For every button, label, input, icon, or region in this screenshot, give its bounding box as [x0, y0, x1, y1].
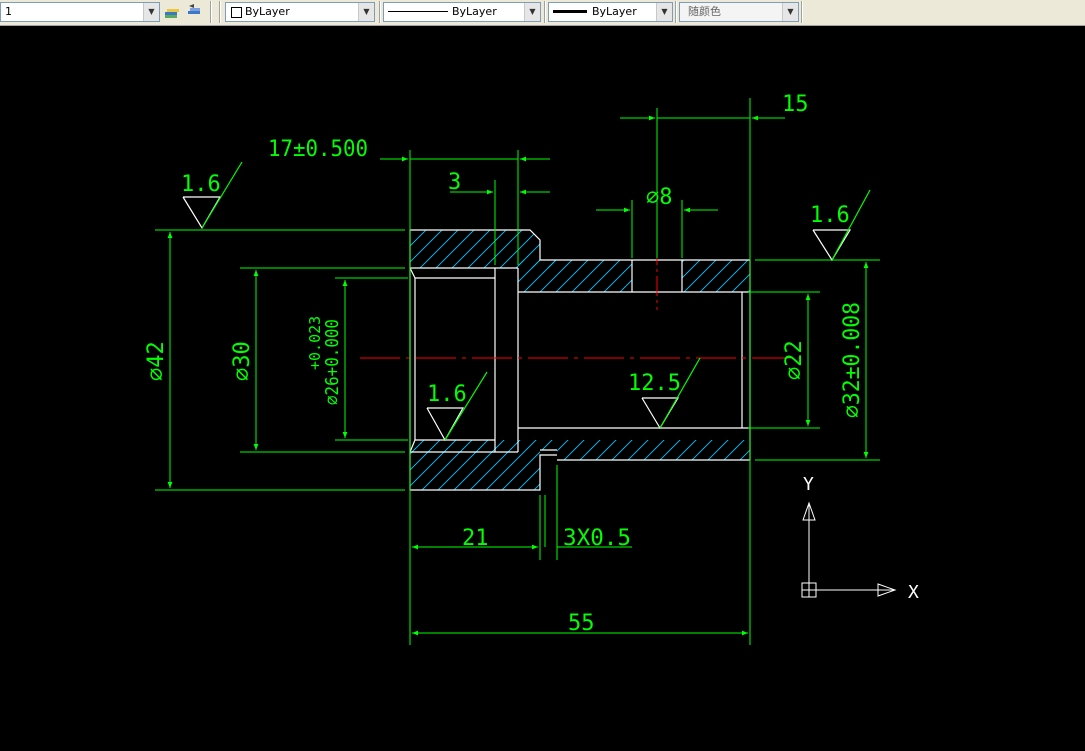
- dim-32-text: ⌀32±0.008: [840, 302, 865, 418]
- roughness-symbols: [182, 161, 871, 442]
- dim-3-text: 3: [448, 170, 461, 195]
- ucs-icon: [801, 501, 897, 598]
- lineweight-dropdown[interactable]: ByLayer ▼: [548, 2, 673, 22]
- linetype-value: ByLayer: [452, 5, 497, 18]
- chamfer-text: 3X0.5: [563, 526, 631, 551]
- lineweight-preview-icon: [553, 10, 587, 13]
- roughness-bore-text: 1.6: [427, 382, 467, 407]
- layer-value: 1: [5, 5, 12, 18]
- dim-15-text: 15: [782, 92, 809, 117]
- toolbar-separator: [675, 1, 677, 23]
- chevron-down-icon[interactable]: ▼: [358, 3, 374, 21]
- ucs-y-label: Y: [803, 474, 814, 495]
- dim-26-tolerance-text: +0.023: [306, 316, 324, 370]
- layer-previous-icon[interactable]: [185, 3, 203, 21]
- layer-state-icon[interactable]: [163, 3, 181, 21]
- roughness-inner-text: 12.5: [628, 371, 681, 396]
- plotstyle-dropdown[interactable]: 随颜色 ▼: [679, 2, 799, 22]
- color-value: ByLayer: [245, 5, 290, 18]
- linetype-dropdown[interactable]: ByLayer ▼: [383, 2, 541, 22]
- toolbar-separator: [219, 1, 221, 23]
- properties-toolbar: 1 ▼ ByLayer ▼ ByLayer ▼ ByLayer ▼ 随颜色 ▼: [0, 0, 1085, 26]
- toolbar-separator: [210, 1, 212, 23]
- dim-21-text: 21: [462, 526, 489, 551]
- dim-30-text: ⌀30: [230, 341, 255, 381]
- linetype-preview-icon: [388, 11, 448, 12]
- plotstyle-value: 随颜色: [688, 5, 721, 18]
- dim-22-text: ⌀22: [782, 340, 807, 380]
- roughness-left-text: 1.6: [181, 172, 221, 197]
- drawing-canvas[interactable]: 17±0.500 3 15 ⌀8 21 3X0.5 55 ⌀42 ⌀30 ⌀26…: [0, 26, 1085, 751]
- lineweight-value: ByLayer: [592, 5, 637, 18]
- roughness-right-text: 1.6: [810, 203, 850, 228]
- color-dropdown[interactable]: ByLayer ▼: [225, 2, 375, 22]
- chevron-down-icon[interactable]: ▼: [524, 3, 540, 21]
- toolbar-separator: [379, 1, 381, 23]
- dim-17-text: 17±0.500: [268, 137, 368, 162]
- dim-55-text: 55: [568, 611, 595, 636]
- chevron-down-icon[interactable]: ▼: [143, 3, 159, 21]
- ucs-x-label: X: [908, 582, 919, 603]
- dim-42-text: ⌀42: [144, 341, 169, 381]
- chevron-down-icon[interactable]: ▼: [782, 3, 798, 21]
- dim-8-text: ⌀8: [646, 185, 673, 210]
- chevron-down-icon[interactable]: ▼: [656, 3, 672, 21]
- dim-26-text: ⌀26+0.000: [322, 319, 343, 405]
- layer-dropdown[interactable]: 1 ▼: [0, 2, 160, 22]
- toolbar-separator: [801, 1, 803, 23]
- toolbar-separator: [544, 1, 546, 23]
- color-swatch-icon: [231, 7, 242, 18]
